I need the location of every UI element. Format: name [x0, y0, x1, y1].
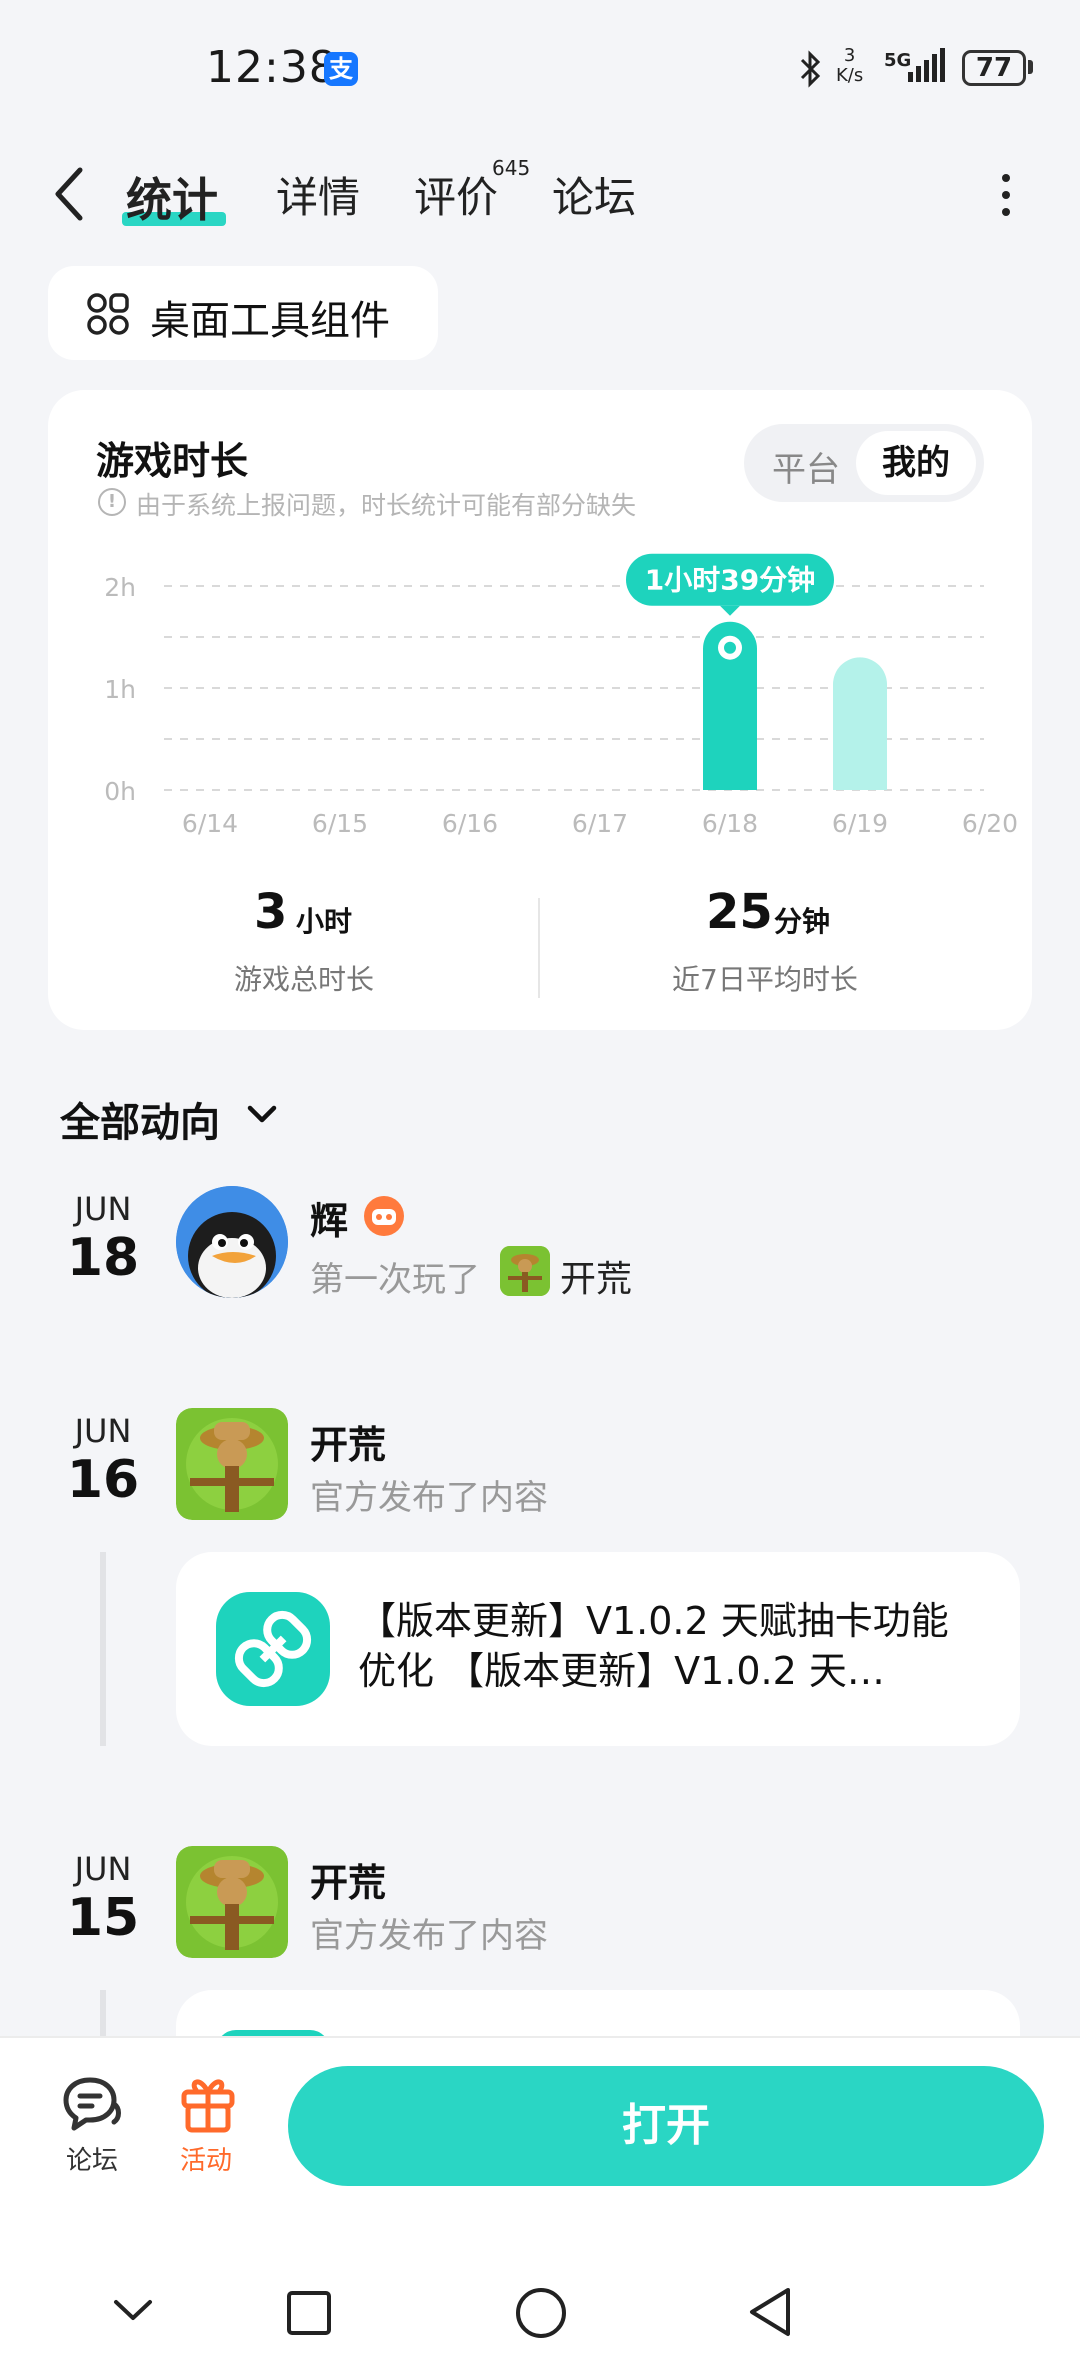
tooltip-text: 1小时39分钟 — [645, 564, 815, 597]
nav-collapse-icon[interactable] — [108, 2286, 158, 2336]
playtime-notice: 由于系统上报问题，时长统计可能有部分缺失 — [136, 491, 637, 520]
feed-date-day: 18 — [66, 1228, 140, 1288]
feed-date-day: 16 — [66, 1450, 140, 1510]
stats-divider — [538, 898, 540, 998]
net-speed: 3 K/s — [836, 46, 863, 86]
tab-forum[interactable]: 论坛 — [552, 164, 636, 225]
scope-toggle: 平台 我的 — [744, 424, 984, 502]
battery-icon: 77 — [962, 50, 1026, 86]
more-options-icon[interactable] — [996, 170, 1016, 220]
x-tick-label: 6/17 — [572, 809, 628, 838]
feed-activity-text: 官方发布了内容 — [310, 1478, 548, 1518]
x-tick-label: 6/19 — [832, 809, 888, 838]
info-icon: ! — [98, 488, 126, 516]
x-tick-label: 6/15 — [312, 809, 368, 838]
feed-game-title[interactable]: 开荒 — [310, 1852, 386, 1907]
feed-game-name[interactable]: 开荒 — [560, 1250, 632, 1302]
x-tick-label: 6/18 — [702, 809, 758, 838]
battery-tip — [1028, 60, 1033, 74]
playtime-card: 游戏时长 ! 由于系统上报问题，时长统计可能有部分缺失 平台 我的 0h 1h 2h… — [48, 390, 1032, 1030]
toggle-mine[interactable]: 我的 — [856, 431, 976, 495]
y-tick-label: 1h — [104, 675, 136, 704]
signal-icon — [908, 48, 945, 82]
bar-marker-dot — [724, 641, 736, 654]
desktop-widget-button[interactable]: 桌面工具组件 — [48, 266, 438, 360]
status-time: 12:38 — [206, 42, 338, 93]
x-tick-label: 6/20 — [962, 809, 1018, 838]
tab-details[interactable]: 详情 — [276, 164, 360, 225]
chevron-down-icon[interactable] — [244, 1100, 280, 1130]
forum-icon[interactable] — [60, 2074, 124, 2134]
x-tick-label: 6/16 — [442, 809, 498, 838]
feed-date-month: JUN — [74, 1190, 132, 1228]
feed-filter-dropdown[interactable]: 全部动向 — [60, 1090, 220, 1148]
gift-icon[interactable] — [178, 2072, 238, 2134]
net-speed-value: 3 — [843, 45, 856, 66]
feed-activity-text: 官方发布了内容 — [310, 1916, 548, 1956]
tooltip-pointer — [720, 605, 740, 616]
playtime-title: 游戏时长 — [96, 439, 249, 483]
widgets-icon — [87, 293, 129, 335]
total-time-value: 3 — [254, 884, 288, 940]
alipay-icon: 支 — [324, 52, 358, 86]
nav-recents-icon[interactable] — [284, 2288, 334, 2338]
forum-label[interactable]: 论坛 — [66, 2140, 118, 2177]
post-text: 【版本更新】V1.0.2 天赋抽卡功能优化 【版本更新】V1.0.2 天… — [358, 1599, 949, 1693]
avg-time-value: 25 — [706, 884, 773, 940]
scarecrow-icon — [500, 1246, 550, 1296]
open-game-button[interactable]: 打开 — [288, 2066, 1044, 2186]
timeline-line — [100, 1552, 106, 1746]
feed-activity-text: 第一次玩了 — [310, 1260, 480, 1300]
feed-game-title[interactable]: 开荒 — [310, 1414, 386, 1469]
feed-user-name[interactable]: 辉 — [310, 1190, 348, 1245]
penguin-avatar-icon — [176, 1186, 288, 1298]
nav-home-icon[interactable] — [514, 2286, 568, 2340]
feed-date-month: JUN — [74, 1412, 132, 1450]
user-avatar[interactable] — [176, 1186, 288, 1298]
post-card[interactable]: 【版本更新】V1.0.2 天赋抽卡功能优化 【版本更新】V1.0.2 天… — [176, 1552, 1020, 1746]
y-tick-label: 2h — [104, 573, 136, 602]
feed-date-month: JUN — [74, 1850, 132, 1888]
review-count-badge: 645 — [492, 156, 531, 180]
toggle-platform[interactable]: 平台 — [772, 442, 840, 491]
chart-bar — [833, 657, 887, 790]
total-time-unit: 小时 — [296, 905, 353, 938]
feed-date-day: 15 — [66, 1888, 140, 1948]
game-avatar[interactable] — [176, 1408, 288, 1520]
avg-time-unit: 分钟 — [774, 905, 831, 938]
net-speed-unit: K/s — [836, 65, 864, 86]
nav-back-icon[interactable] — [744, 2284, 794, 2340]
total-time-label: 游戏总时长 — [234, 963, 375, 996]
back-arrow-icon[interactable] — [46, 164, 96, 224]
bluetooth-icon — [796, 50, 824, 97]
scarecrow-game-icon — [176, 1846, 288, 1958]
x-tick-label: 6/14 — [182, 809, 238, 838]
link-icon — [216, 1592, 330, 1706]
game-icon-small[interactable] — [500, 1246, 550, 1296]
status-bar: 12:38 支 3 K/s 5G 77 — [0, 0, 1080, 140]
user-badge-icon — [364, 1196, 404, 1236]
game-avatar[interactable] — [176, 1846, 288, 1958]
avg-time-label: 近7日平均时长 — [672, 963, 858, 996]
tab-reviews[interactable]: 评价 — [414, 164, 498, 225]
tab-stats[interactable]: 统计 — [126, 164, 218, 230]
event-label[interactable]: 活动 — [180, 2140, 232, 2177]
y-tick-label: 0h — [104, 777, 136, 806]
scarecrow-game-icon — [176, 1408, 288, 1520]
playtime-chart: 0h 1h 2h 6/14 6/15 6/16 6/17 6/18 1小时39分钟 6/19 6/2… — [104, 553, 1018, 838]
widget-label: 桌面工具组件 — [150, 298, 390, 344]
